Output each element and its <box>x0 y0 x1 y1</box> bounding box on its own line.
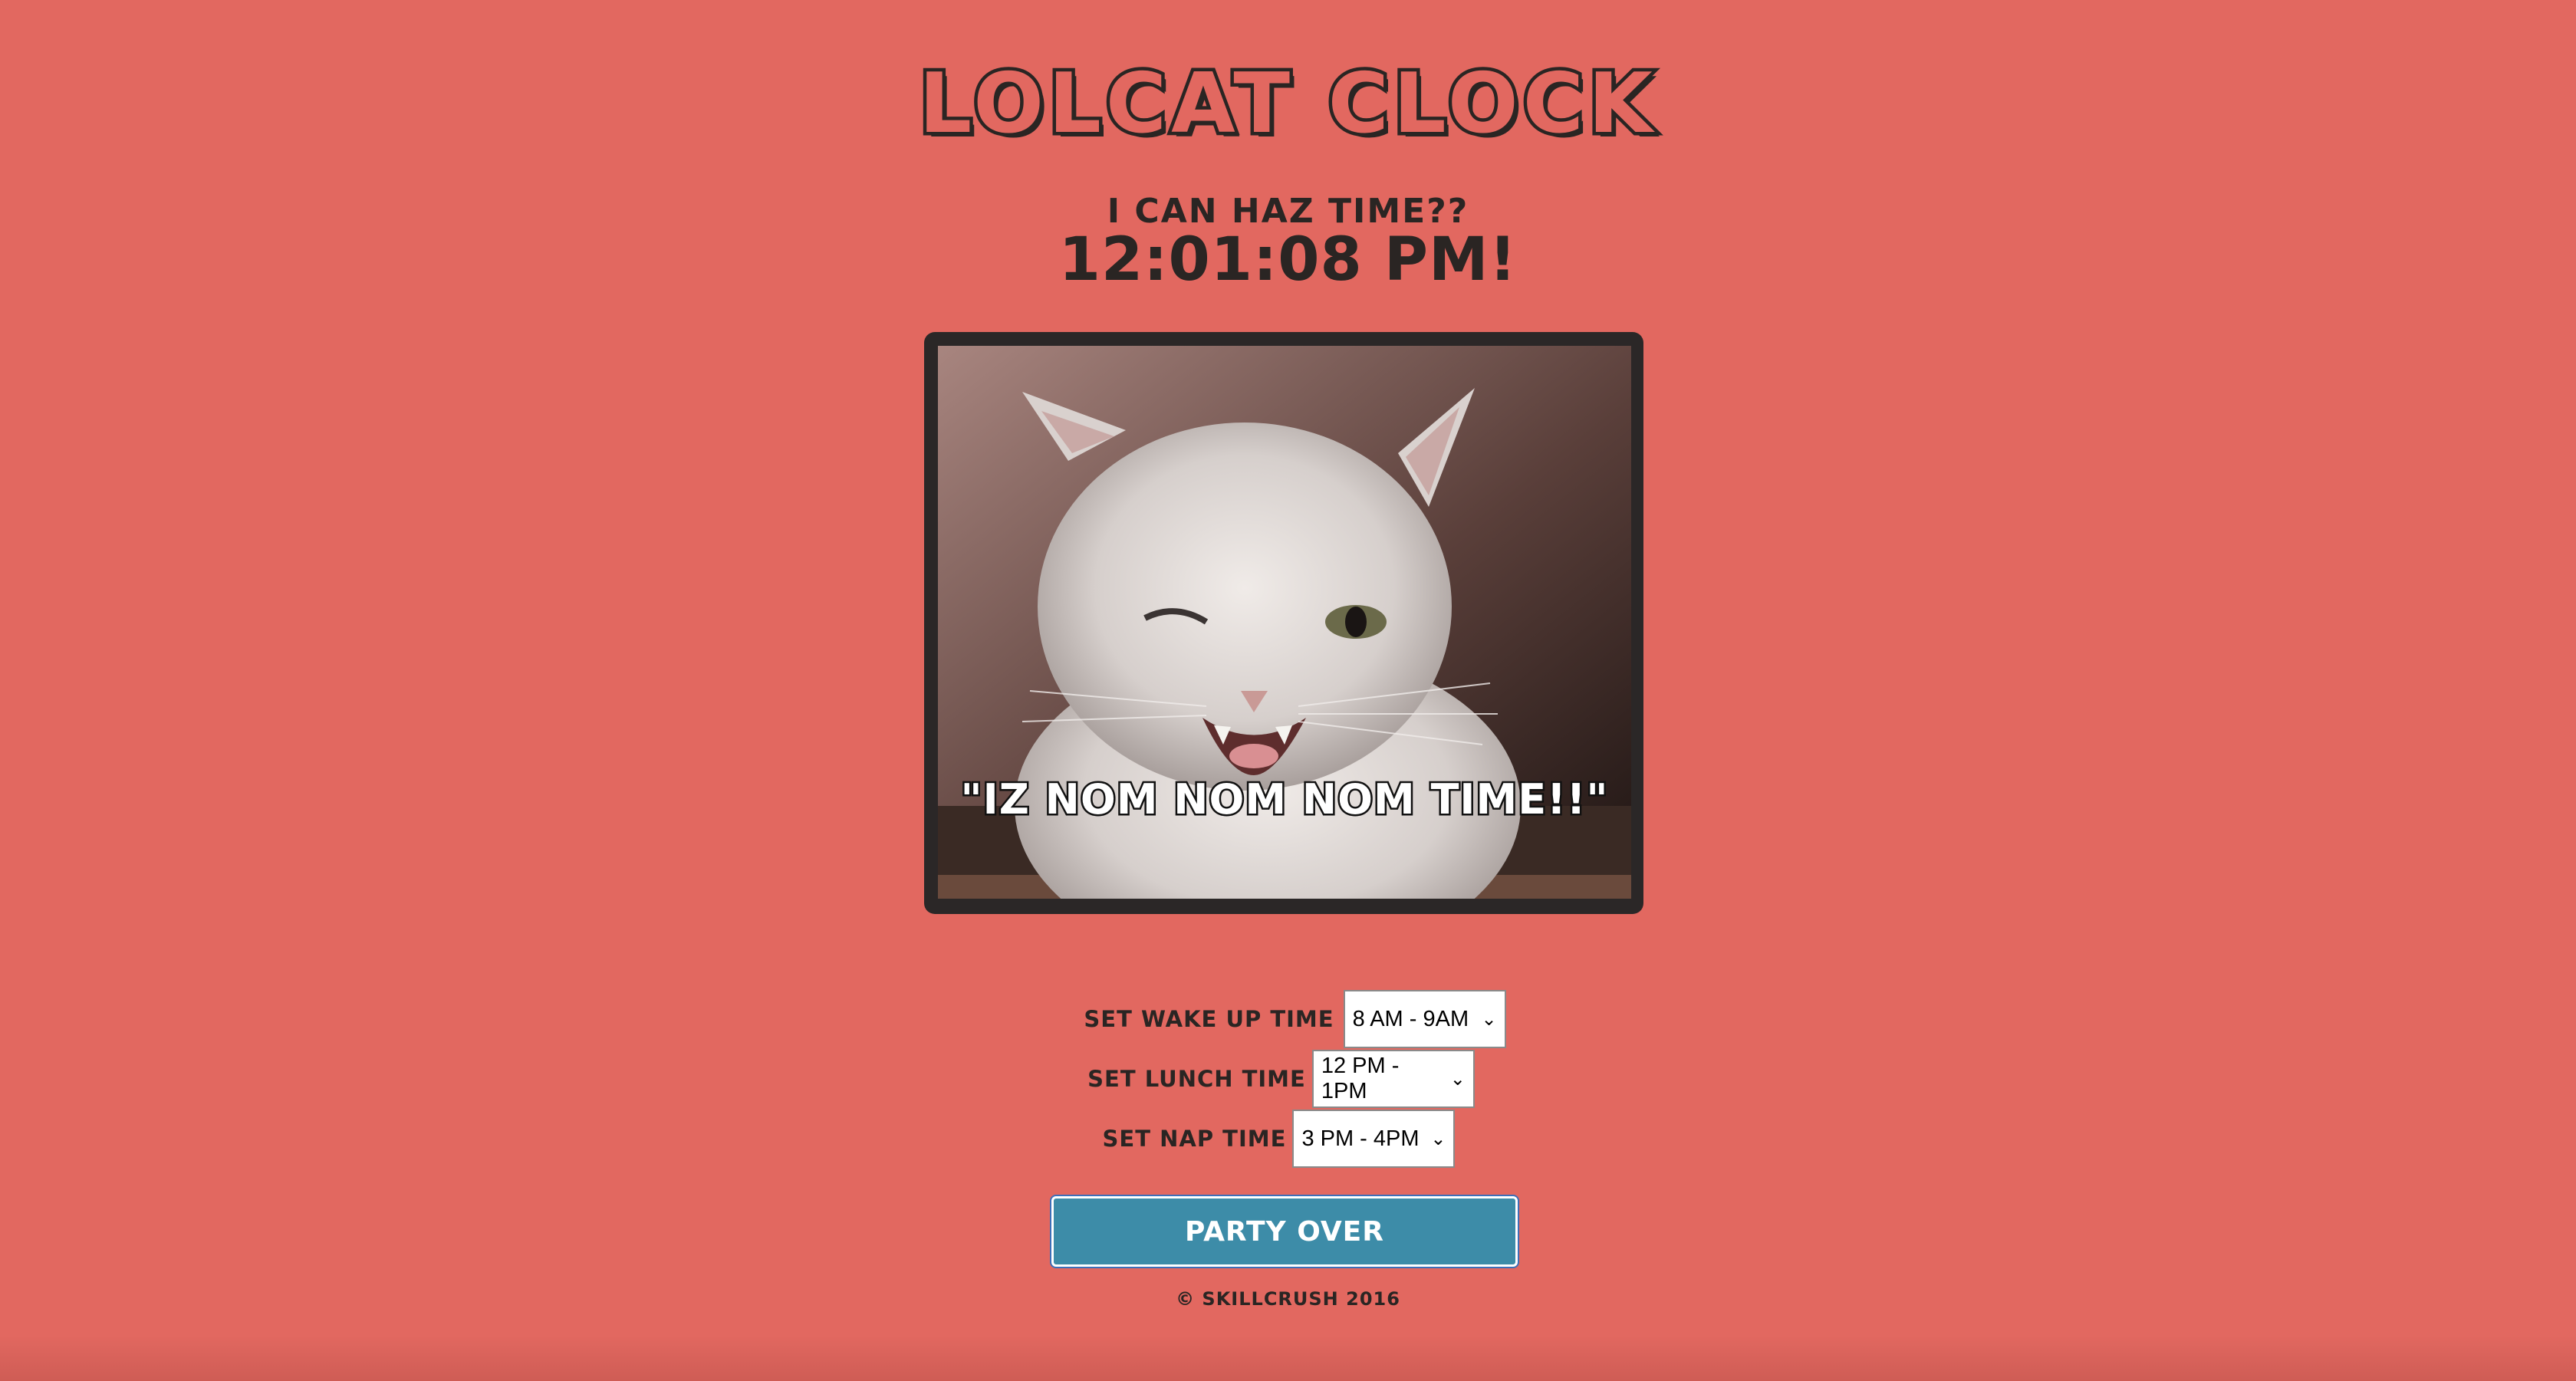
bottom-shade <box>0 1335 2576 1381</box>
lolcat-image: "IZ NOM NOM NOM TIME!!" <box>938 346 1631 899</box>
lunch-time-label: SET LUNCH TIME <box>1087 1066 1306 1092</box>
time-settings: SET WAKE UP TIME 8 AM - 9AM ⌄ SET LUNCH … <box>0 989 2576 1169</box>
wake-time-select[interactable]: 8 AM - 9AM ⌄ <box>1343 990 1506 1048</box>
lunch-time-value: 12 PM - 1PM <box>1321 1054 1400 1103</box>
lunch-time-select[interactable]: 12 PM - 1PM ⌄ <box>1311 1050 1475 1108</box>
chevron-down-icon: ⌄ <box>1430 1128 1446 1149</box>
subtitle: I CAN HAZ TIME?? <box>1107 192 1469 231</box>
page-title: LOLCAT CLOCK <box>916 56 1657 152</box>
party-over-button[interactable]: PARTY OVER <box>1051 1196 1518 1267</box>
footer-copyright: © SKILLCRUSH 2016 <box>1176 1288 1400 1310</box>
nap-time-select[interactable]: 3 PM - 4PM ⌄ <box>1292 1110 1456 1168</box>
clock-time: 12:01:08 PM! <box>1058 225 1518 294</box>
wake-time-row: SET WAKE UP TIME 8 AM - 9AM ⌄ <box>7 989 2576 1049</box>
image-caption: "IZ NOM NOM NOM TIME!!" <box>959 774 1610 826</box>
chevron-down-icon: ⌄ <box>1481 1008 1497 1030</box>
nap-time-label: SET NAP TIME <box>1102 1126 1287 1152</box>
chevron-down-icon: ⌄ <box>1449 1068 1466 1090</box>
wake-time-value: 8 AM - 9AM <box>1352 1006 1469 1031</box>
lolcat-image-frame: "IZ NOM NOM NOM TIME!!" <box>924 332 1643 914</box>
nap-time-row: SET NAP TIME 3 PM - 4PM ⌄ <box>0 1109 2567 1169</box>
page: LOLCAT CLOCK I CAN HAZ TIME?? 12:01:08 P… <box>0 0 2576 1381</box>
wake-time-label: SET WAKE UP TIME <box>1084 1006 1334 1032</box>
nap-time-value: 3 PM - 4PM <box>1301 1126 1420 1151</box>
lunch-time-row: SET LUNCH TIME 12 PM - 1PM ⌄ <box>0 1049 2569 1109</box>
